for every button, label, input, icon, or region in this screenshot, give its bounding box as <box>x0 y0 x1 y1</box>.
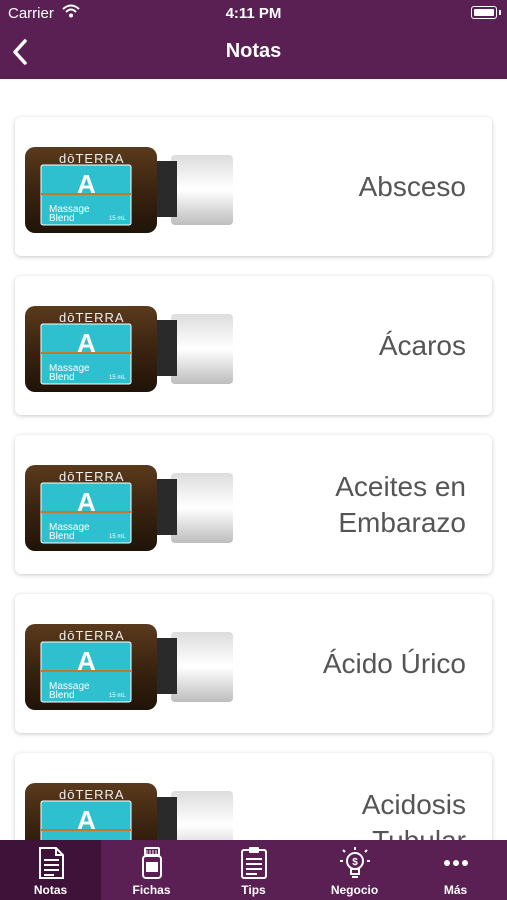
tab-bar: Notas Fichas Tips $ Negocio Más <box>0 840 507 900</box>
product-size: 15 mL <box>109 375 126 381</box>
product-letter: A <box>77 646 96 676</box>
status-time: 4:11 PM <box>225 5 282 22</box>
list-item[interactable]: dōTERRA A Massage Blend 15 mL Ácido Úric… <box>15 594 492 733</box>
list-item[interactable]: dōTERRA A Massage Blend 15 mL Ácaros <box>15 276 492 415</box>
bottle-icon <box>142 847 162 879</box>
top-bar: Carrier 4:11 PM Notas <box>0 0 507 79</box>
brand-label: dōTERRA <box>59 310 125 325</box>
battery-icon <box>471 6 501 19</box>
product-letter: A <box>77 805 96 835</box>
product-name-sub: Blend <box>49 531 75 542</box>
product-name-sub: Blend <box>49 372 75 383</box>
document-icon <box>39 847 64 879</box>
list-item[interactable]: dōTERRA A Massage Blend 15 mL Absceso <box>15 117 492 256</box>
navigation-bar: Notas <box>0 26 507 79</box>
item-title-line1: Ácaros <box>378 329 466 361</box>
item-title: Ácaros <box>236 276 466 415</box>
product-name-sub: Blend <box>49 213 75 224</box>
tab-notas[interactable]: Notas <box>0 840 101 900</box>
product-letter: A <box>77 169 96 199</box>
page-title: Notas <box>225 40 282 62</box>
tab-label: Más <box>443 883 468 897</box>
item-title: Ácido Úrico <box>236 594 466 733</box>
item-title: Absceso <box>236 117 466 256</box>
tab-mas[interactable]: Más <box>405 840 507 900</box>
product-name-sub: Blend <box>49 690 75 701</box>
item-title-line1: Ácido Úrico <box>322 647 466 679</box>
item-title-line1: Aceites en <box>335 470 466 502</box>
item-title: Aceites en Embarazo <box>236 435 466 574</box>
tab-fichas[interactable]: Fichas <box>101 840 202 900</box>
lightbulb-icon: $ <box>340 847 370 878</box>
tab-label: Notas <box>33 883 68 897</box>
item-title-line2: Embarazo <box>338 506 466 538</box>
item-title-line1: Acidosis <box>361 788 466 820</box>
svg-text:$: $ <box>352 857 358 868</box>
item-title: Acidosis Tubular <box>236 753 466 841</box>
tab-negocio[interactable]: $ Negocio <box>304 840 405 900</box>
brand-label: dōTERRA <box>59 151 125 166</box>
status-bar: Carrier 4:11 PM <box>0 0 507 26</box>
tab-label: Fichas <box>132 883 171 897</box>
clipboard-icon <box>241 847 267 879</box>
brand-label: dōTERRA <box>59 469 125 484</box>
product-size: 15 mL <box>109 534 126 540</box>
product-size: 15 mL <box>109 693 126 699</box>
item-title-line1: Absceso <box>358 170 466 202</box>
notes-list[interactable]: dōTERRA A Massage Blend 15 mL Absceso dō… <box>0 79 507 840</box>
list-item[interactable]: dōTERRA A Massage Blend 15 mL Aceites en… <box>15 435 492 574</box>
product-size: 15 mL <box>109 216 126 222</box>
brand-label: dōTERRA <box>59 628 125 643</box>
product-letter: A <box>77 487 96 517</box>
product-letter: A <box>77 328 96 358</box>
tab-label: Tips <box>241 883 266 897</box>
tab-label: Negocio <box>330 883 379 897</box>
item-title-line2: Tubular <box>372 824 466 841</box>
list-item[interactable]: dōTERRA A Massage Blend 15 mL Acidosis T… <box>15 753 492 840</box>
tab-tips[interactable]: Tips <box>203 840 304 900</box>
brand-label: dōTERRA <box>59 787 125 802</box>
product-bottle-image <box>25 783 233 840</box>
more-icon <box>444 860 468 866</box>
